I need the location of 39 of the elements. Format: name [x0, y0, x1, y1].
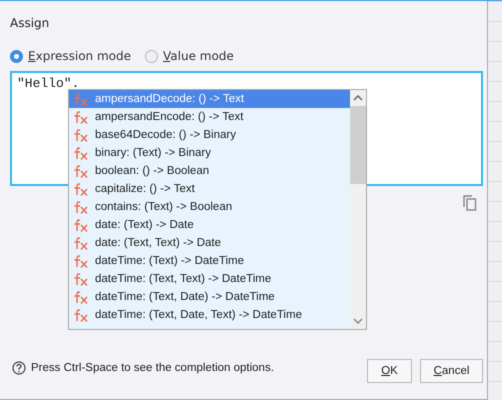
copy-icon[interactable] — [463, 195, 477, 211]
completion-item[interactable]: date: (Text) -> Date — [69, 216, 350, 234]
function-icon — [73, 182, 89, 196]
completion-item[interactable]: ampersandDecode: () -> Text — [69, 90, 350, 108]
function-icon — [73, 218, 89, 232]
function-icon — [73, 290, 89, 304]
help-icon — [12, 361, 26, 375]
completion-item[interactable]: binary: (Text) -> Binary — [69, 144, 350, 162]
function-icon — [73, 92, 89, 106]
scroll-down-icon[interactable] — [353, 318, 363, 324]
function-icon — [73, 272, 89, 286]
completion-item[interactable]: base64Decode: () -> Binary — [69, 126, 350, 144]
function-icon — [73, 236, 89, 250]
completion-item[interactable]: dateTime: (Text, Text) -> DateTime — [69, 270, 350, 288]
scrollbar[interactable] — [350, 90, 366, 329]
hint-text: Press Ctrl-Space to see the completion options. — [31, 362, 275, 374]
completion-item[interactable]: capitalize: () -> Text — [69, 180, 350, 198]
dialog-title: Assign — [10, 16, 50, 30]
scrollbar-thumb[interactable] — [350, 106, 366, 184]
expression-text: "Hello". — [17, 76, 80, 91]
function-icon — [73, 146, 89, 160]
scroll-up-icon[interactable] — [353, 95, 363, 101]
cancel-button[interactable]: Cancel — [420, 359, 483, 383]
completion-item[interactable]: ampersandEncode: () -> Text — [69, 108, 350, 126]
ok-button[interactable]: OK — [367, 359, 412, 383]
completion-item[interactable]: contains: (Text) -> Boolean — [69, 198, 350, 216]
mode-radio[interactable]: Expression mode — [10, 49, 131, 63]
function-icon — [73, 308, 89, 322]
function-icon — [73, 200, 89, 214]
function-icon — [73, 254, 89, 268]
mode-radio[interactable]: Value mode — [145, 49, 234, 63]
completion-item[interactable]: dateTime: (Text, Date) -> DateTime — [69, 288, 350, 306]
completion-item[interactable]: date: (Text, Text) -> Date — [69, 234, 350, 252]
function-icon — [73, 110, 89, 124]
completion-item[interactable]: dateTime: (Text, Date, Text) -> DateTime — [69, 306, 350, 324]
completion-item[interactable]: dateTime: (Text) -> DateTime — [69, 252, 350, 270]
function-icon — [73, 164, 89, 178]
function-icon — [73, 128, 89, 142]
completion-item[interactable]: boolean: () -> Boolean — [69, 162, 350, 180]
